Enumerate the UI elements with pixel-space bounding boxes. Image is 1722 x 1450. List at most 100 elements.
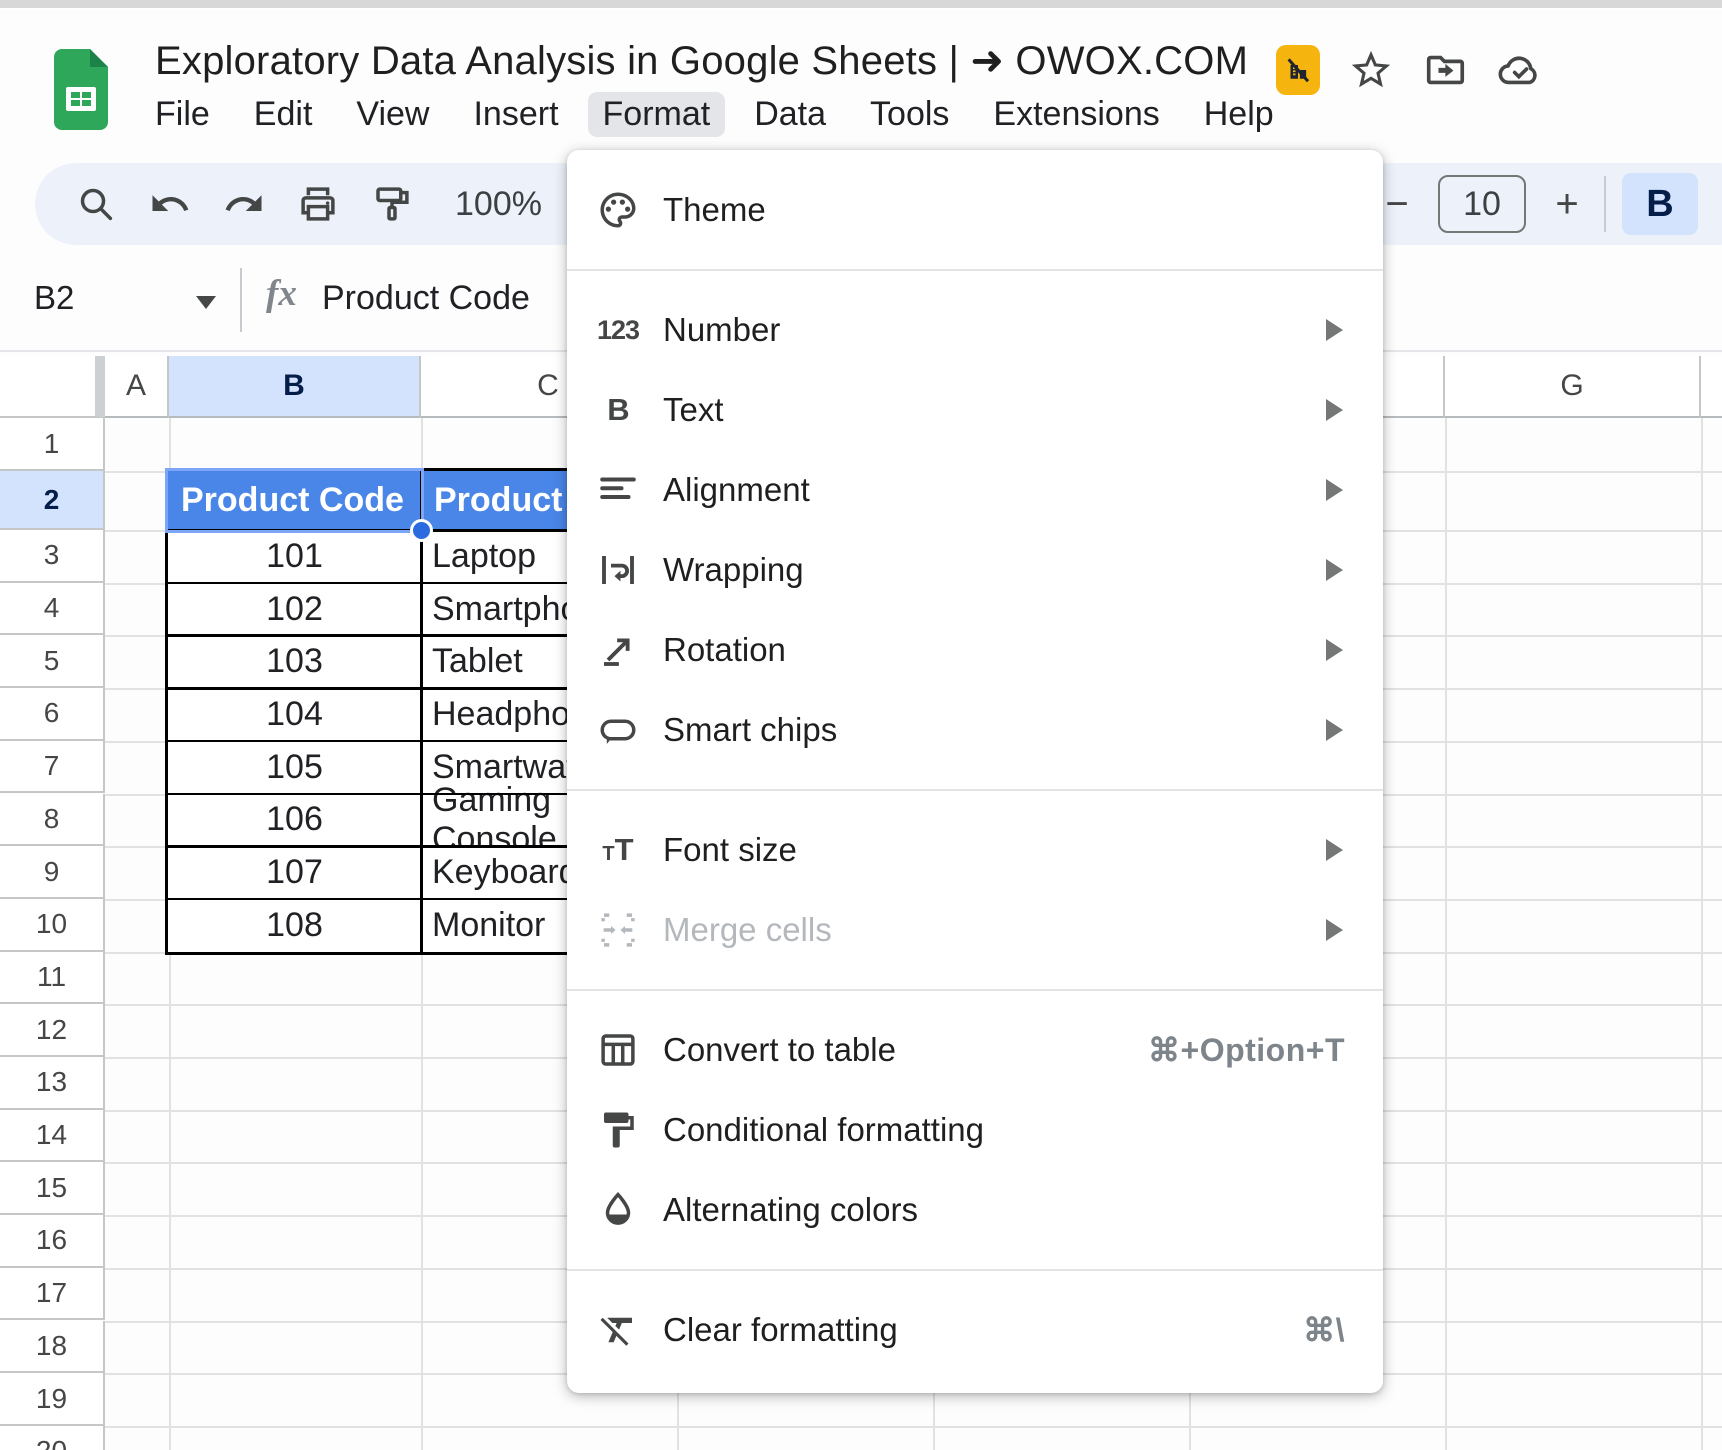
alignment-icon	[595, 467, 641, 513]
row-header-17[interactable]: 17	[0, 1267, 105, 1321]
row-header-1[interactable]: 1	[0, 418, 105, 471]
increase-font-size-button[interactable]: +	[1540, 182, 1594, 227]
zoom-control[interactable]: 100%	[455, 185, 542, 224]
menu-item-clear-formatting[interactable]: Clear formatting ⌘\	[567, 1290, 1383, 1370]
row-header-13[interactable]: 13	[0, 1057, 105, 1110]
extension-badge-icon[interactable]	[1276, 45, 1320, 95]
row-header-14[interactable]: 14	[0, 1109, 105, 1163]
bold-text-icon: B	[607, 392, 629, 427]
table-cell-code[interactable]: 104	[168, 688, 421, 741]
menu-item-smart-chips[interactable]: Smart chips	[567, 690, 1383, 770]
name-box-caret-icon[interactable]	[196, 296, 216, 309]
row-header-2[interactable]: 2	[0, 471, 105, 530]
cloud-saved-icon[interactable]	[1496, 47, 1544, 93]
fx-icon: fx	[266, 273, 297, 314]
menu-divider	[567, 269, 1383, 271]
menubar-item-extensions[interactable]: Extensions	[978, 92, 1174, 137]
menu-item-text[interactable]: B Text	[567, 370, 1383, 450]
sheets-logo-icon[interactable]	[54, 49, 108, 130]
column-header-B[interactable]: B	[169, 356, 421, 418]
table-cell-code[interactable]: 106	[168, 793, 421, 847]
fill-handle[interactable]	[410, 519, 433, 542]
paint-format-icon[interactable]	[371, 183, 413, 225]
palette-icon	[595, 187, 641, 233]
menubar-item-tools[interactable]: Tools	[855, 92, 964, 137]
menu-item-label: Text	[663, 391, 724, 428]
menu-item-label: Conditional formatting	[663, 1111, 985, 1148]
submenu-arrow-icon	[1326, 399, 1343, 421]
menu-item-font-size[interactable]: TT Font size	[567, 810, 1383, 890]
row-header-6[interactable]: 6	[0, 688, 105, 741]
font-size-icon: TT	[602, 832, 634, 867]
row-header-12[interactable]: 12	[0, 1004, 105, 1057]
column-header-A[interactable]: A	[105, 356, 169, 418]
table-cell-code[interactable]: 105	[168, 740, 421, 794]
menu-item-wrapping[interactable]: Wrapping	[567, 530, 1383, 610]
menu-item-label: Rotation	[663, 631, 786, 668]
formula-bar-input[interactable]: Product Code	[322, 279, 530, 318]
table-cell-code[interactable]: 108	[168, 898, 421, 952]
paint-brush-icon	[595, 1107, 641, 1153]
menubar-item-format[interactable]: Format	[587, 91, 726, 137]
menu-item-theme[interactable]: Theme	[567, 170, 1383, 250]
menu-item-alternating-colors[interactable]: Alternating colors	[567, 1170, 1383, 1250]
print-icon[interactable]	[297, 183, 339, 225]
menu-item-alignment[interactable]: Alignment	[567, 450, 1383, 530]
menu-item-number[interactable]: 123 Number	[567, 290, 1383, 370]
row-header-3[interactable]: 3	[0, 530, 105, 583]
droplet-icon	[595, 1187, 641, 1233]
table-cell-code[interactable]: 107	[168, 846, 421, 899]
grid-corner-select-all[interactable]	[0, 356, 105, 418]
menubar: File Edit View Insert Format Data Tools Extensi…	[140, 90, 1289, 138]
document-title[interactable]: Exploratory Data Analysis in Google Shee…	[155, 38, 1248, 84]
row-header-10[interactable]: 10	[0, 898, 105, 952]
submenu-arrow-icon	[1326, 319, 1343, 341]
menubar-item-file[interactable]: File	[140, 92, 225, 137]
bold-button[interactable]: B	[1622, 173, 1698, 235]
table-cell-code[interactable]: 102	[168, 582, 421, 636]
row-header-7[interactable]: 7	[0, 740, 105, 794]
table-border-v	[420, 471, 423, 952]
smart-chips-icon	[595, 707, 641, 753]
menu-item-conditional-formatting[interactable]: Conditional formatting	[567, 1090, 1383, 1170]
row-header-4[interactable]: 4	[0, 582, 105, 636]
row-header-9[interactable]: 9	[0, 846, 105, 899]
menubar-item-help[interactable]: Help	[1189, 92, 1289, 137]
menu-item-rotation[interactable]: Rotation	[567, 610, 1383, 690]
column-header-G[interactable]: G	[1445, 356, 1701, 418]
font-size-input[interactable]: 10	[1438, 175, 1526, 233]
column-header-x7[interactable]	[1701, 356, 1722, 418]
menubar-item-view[interactable]: View	[341, 92, 444, 137]
menu-item-label: Number	[663, 311, 781, 348]
table-icon	[595, 1027, 641, 1073]
format-menu-dropdown: Theme 123 Number B Text Alignment Wrapping Rota…	[567, 150, 1383, 1393]
wrapping-icon	[595, 547, 641, 593]
menu-item-label: Theme	[663, 191, 766, 228]
submenu-arrow-icon	[1326, 559, 1343, 581]
row-header-8[interactable]: 8	[0, 793, 105, 847]
menu-item-convert-to-table[interactable]: Convert to table ⌘+Option+T	[567, 1010, 1383, 1090]
menu-item-label: Clear formatting	[663, 1311, 898, 1348]
row-header-20[interactable]: 20	[0, 1425, 105, 1450]
row-header-16[interactable]: 16	[0, 1215, 105, 1268]
menubar-item-data[interactable]: Data	[739, 92, 841, 137]
undo-icon[interactable]	[149, 183, 191, 225]
number-123-icon: 123	[596, 314, 640, 345]
table-cell-code[interactable]: 103	[168, 635, 421, 689]
search-icon[interactable]	[75, 183, 117, 225]
move-folder-icon[interactable]	[1422, 47, 1468, 93]
row-header-11[interactable]: 11	[0, 951, 105, 1005]
row-header-19[interactable]: 19	[0, 1373, 105, 1426]
menu-divider	[567, 789, 1383, 791]
redo-icon[interactable]	[223, 183, 265, 225]
star-icon[interactable]	[1348, 47, 1394, 93]
name-box[interactable]: B2	[34, 279, 74, 317]
row-header-5[interactable]: 5	[0, 635, 105, 689]
row-header-15[interactable]: 15	[0, 1162, 105, 1216]
menubar-item-insert[interactable]: Insert	[458, 92, 573, 137]
menubar-item-edit[interactable]: Edit	[239, 92, 328, 137]
table-header-cell[interactable]: Product Code	[168, 471, 421, 530]
gridline-v	[1445, 418, 1447, 1450]
table-cell-code[interactable]: 101	[168, 530, 421, 583]
row-header-18[interactable]: 18	[0, 1320, 105, 1374]
